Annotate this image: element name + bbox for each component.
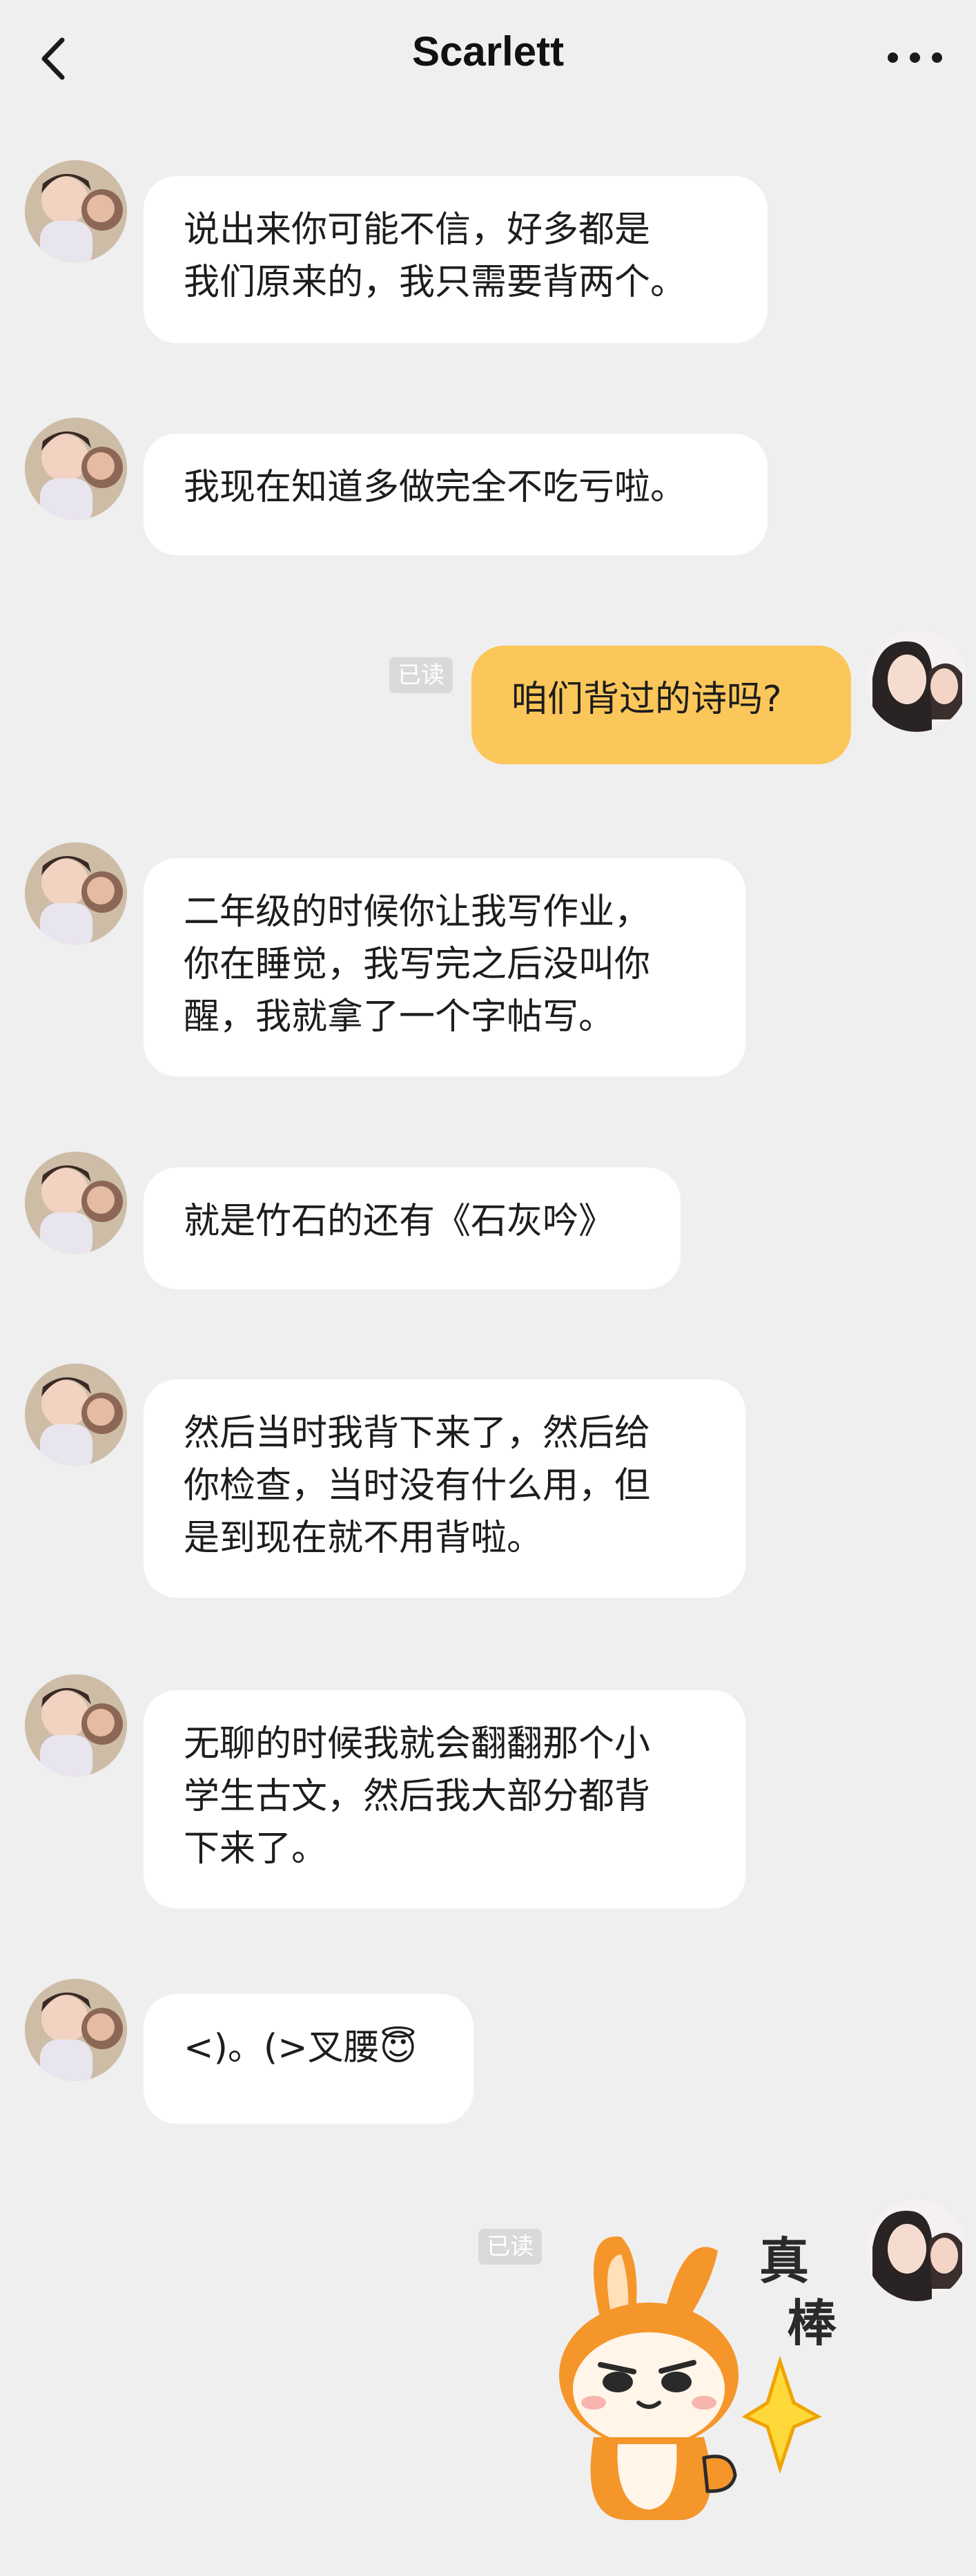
my-message-bubble[interactable]: 咱们背过的诗吗? (471, 646, 851, 764)
message-line: 醒，我就拿了一个字帖写。 (184, 996, 615, 1038)
child-photo-icon (25, 1152, 127, 1254)
message-line: 你在睡觉，我写完之后没叫你 (184, 944, 651, 985)
child-photo-icon (25, 160, 127, 262)
message-bubble-8[interactable]: <)。(>叉腰😇 (144, 1994, 474, 2124)
halo-emoji-icon: 😇 (379, 2027, 417, 2069)
contact-avatar[interactable] (25, 418, 127, 520)
child-photo-icon (25, 1979, 127, 2081)
message-line: 我们原来的，我只需要背两个。 (184, 262, 687, 303)
message-line: <)。(>叉腰 (184, 2027, 380, 2069)
child-photo-icon (25, 1364, 127, 1466)
contact-avatar[interactable] (25, 842, 127, 945)
read-receipt: 已读 (389, 657, 453, 693)
selfie-photo-icon (866, 630, 968, 732)
message-line: 无聊的时候我就会翻翻那个小 (184, 1723, 651, 1765)
message-bubble-4[interactable]: 二年级的时候你让我写作业， 你在睡觉，我写完之后没叫你 醒，我就拿了一个字帖写。 (144, 858, 745, 1076)
selfie-photo-icon (866, 2199, 968, 2301)
contact-avatar[interactable] (25, 160, 127, 262)
rabbit-thumbs-up-sticker[interactable]: 真 棒 (552, 2216, 856, 2527)
message-line: 说出来你可能不信，好多都是 (184, 209, 651, 251)
read-receipt: 已读 (478, 2229, 542, 2265)
sticker-caption-1: 真 (759, 2231, 809, 2290)
chat-header: Scarlett (0, 0, 976, 117)
child-photo-icon (25, 842, 127, 945)
message-line: 然后当时我背下来了，然后给 (184, 1413, 651, 1454)
contact-avatar[interactable] (25, 1152, 127, 1254)
message-bubble-6[interactable]: 然后当时我背下来了，然后给 你检查，当时没有什么用，但 是到现在就不用背啦。 (144, 1379, 745, 1598)
message-line: 下来了。 (184, 1828, 328, 1870)
message-bubble-7[interactable]: 无聊的时候我就会翻翻那个小 学生古文，然后我大部分都背 下来了。 (144, 1690, 745, 1908)
message-line: 学生古文，然后我大部分都背 (184, 1776, 651, 1817)
my-avatar[interactable] (866, 2199, 968, 2301)
message-line: 是到现在就不用背啦。 (184, 1518, 543, 1559)
message-line: 就是竹石的还有《石灰吟》 (184, 1201, 615, 1242)
sticker-caption-2: 棒 (787, 2294, 837, 2352)
chat-title: Scarlett (411, 28, 565, 75)
more-options-icon[interactable] (888, 48, 943, 68)
message-line: 咱们背过的诗吗? (511, 679, 782, 720)
message-bubble-5[interactable]: 就是竹石的还有《石灰吟》 (144, 1168, 681, 1289)
message-bubble-1[interactable]: 说出来你可能不信，好多都是 我们原来的，我只需要背两个。 (144, 176, 768, 343)
message-line: 我现在知道多做完全不吃亏啦。 (184, 467, 687, 508)
contact-avatar[interactable] (25, 1674, 127, 1776)
message-bubble-2[interactable]: 我现在知道多做完全不吃亏啦。 (144, 434, 768, 555)
contact-avatar[interactable] (25, 1979, 127, 2081)
my-avatar[interactable] (866, 630, 968, 732)
message-line: 你检查，当时没有什么用，但 (184, 1465, 651, 1507)
contact-avatar[interactable] (25, 1364, 127, 1466)
message-line: 二年级的时候你让我写作业， (184, 891, 651, 933)
child-photo-icon (25, 418, 127, 520)
child-photo-icon (25, 1674, 127, 1776)
